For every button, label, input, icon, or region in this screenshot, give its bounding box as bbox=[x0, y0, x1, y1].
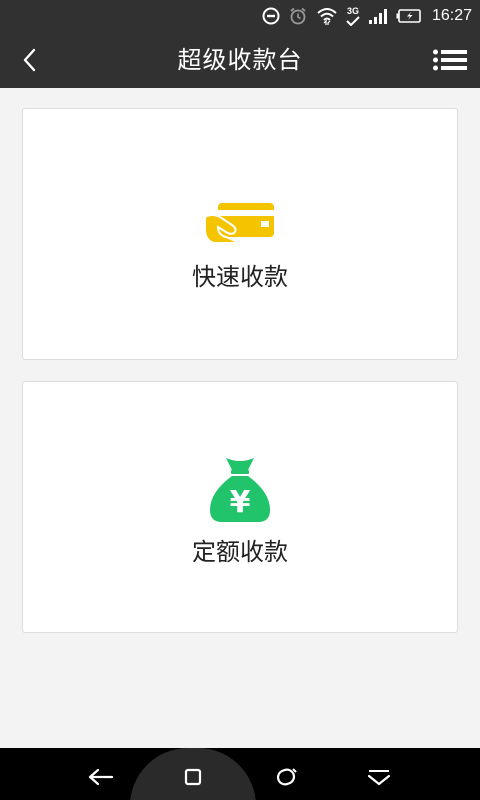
do-not-disturb-icon bbox=[262, 7, 280, 25]
quick-payment-card[interactable]: 快速收款 bbox=[22, 108, 458, 360]
battery-charging-icon bbox=[396, 8, 422, 24]
page-title: 超级收款台 bbox=[177, 46, 303, 74]
list-menu-icon bbox=[433, 49, 467, 71]
status-icons: 3G 16:27 bbox=[262, 0, 472, 32]
chevron-down-icon bbox=[366, 767, 392, 787]
money-bag-icon: ¥ bbox=[208, 456, 272, 528]
wifi-icon bbox=[316, 6, 338, 26]
back-arrow-icon bbox=[88, 767, 114, 787]
nav-hide-keyboard-button[interactable] bbox=[364, 762, 394, 792]
status-bar: 3G 16:27 bbox=[0, 0, 480, 32]
yen-symbol: ¥ bbox=[230, 485, 251, 520]
recents-icon bbox=[275, 766, 299, 788]
chevron-left-icon bbox=[21, 47, 39, 73]
alarm-icon bbox=[288, 6, 308, 26]
system-nav-bar bbox=[0, 748, 480, 800]
status-time: 16:27 bbox=[431, 7, 472, 24]
back-button[interactable] bbox=[10, 40, 50, 80]
title-bar: 超级收款台 bbox=[0, 32, 480, 88]
cell-signal-icon bbox=[368, 7, 388, 25]
card-payment-icon bbox=[204, 201, 276, 249]
nav-recents-button[interactable] bbox=[272, 762, 302, 792]
fixed-amount-label: 定额收款 bbox=[192, 538, 288, 566]
network-type-label: 3G bbox=[346, 5, 359, 16]
nav-back-button[interactable] bbox=[86, 762, 116, 792]
fixed-amount-card[interactable]: ¥ 定额收款 bbox=[22, 381, 458, 633]
home-square-icon bbox=[184, 768, 202, 786]
quick-payment-label: 快速收款 bbox=[192, 263, 288, 291]
menu-button[interactable] bbox=[430, 42, 470, 78]
nav-home-button[interactable] bbox=[178, 762, 208, 792]
3g-signal-icon: 3G bbox=[346, 5, 360, 26]
